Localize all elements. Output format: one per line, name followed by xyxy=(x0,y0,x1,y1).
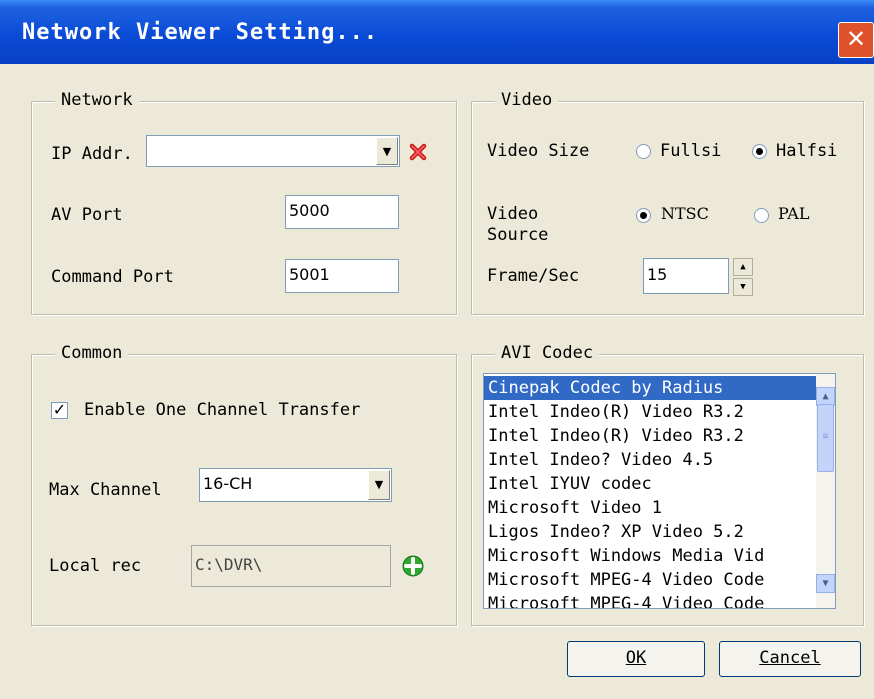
cancel-button[interactable]: Cancel xyxy=(719,641,861,677)
codec-list-item[interactable]: Cinepak Codec by Radius xyxy=(484,376,816,400)
video-source-ntsc-label[interactable]: NTSC xyxy=(661,204,709,223)
codec-list-item[interactable]: Intel Indeo? Video 4.5 xyxy=(484,448,816,472)
avi-codec-legend: AVI Codec xyxy=(495,343,600,363)
command-port-input[interactable]: 5001 xyxy=(285,259,399,293)
max-channel-value: 16-CH xyxy=(203,474,253,493)
network-legend: Network xyxy=(55,90,139,110)
title-bar[interactable]: Network Viewer Setting... ✕ xyxy=(0,0,874,64)
video-size-label: Video Size xyxy=(487,141,590,161)
video-source-ntsc-radio[interactable] xyxy=(636,208,651,223)
dialog-window: Network Viewer Setting... ✕ Network IP A… xyxy=(0,0,874,699)
video-size-fullsize-label[interactable]: Fullsi xyxy=(660,141,721,161)
scrollbar-thumb[interactable]: ≡ xyxy=(817,404,834,472)
video-source-label: Video Source xyxy=(487,204,549,242)
codec-list-item[interactable]: Microsoft Windows Media Vid xyxy=(484,544,816,568)
chevron-down-icon: ▼ xyxy=(382,145,392,158)
ip-address-label: IP Addr. xyxy=(51,144,133,164)
codec-list-item[interactable]: Microsoft MPEG-4 Video Code xyxy=(484,568,816,592)
video-legend: Video xyxy=(495,90,559,110)
local-rec-label: Local rec xyxy=(49,556,142,576)
ok-button[interactable]: OK xyxy=(567,641,705,677)
max-channel-dropdown-button[interactable]: ▼ xyxy=(368,470,390,500)
codec-list-item[interactable]: Intel IYUV codec xyxy=(484,472,816,496)
spin-up-icon[interactable]: ▲ xyxy=(733,258,753,276)
codec-list: Cinepak Codec by Radius Intel Indeo(R) Vi… xyxy=(484,376,816,608)
max-channel-select[interactable]: 16-CH ▼ xyxy=(199,468,392,502)
enable-one-channel-label[interactable]: Enable One Channel Transfer xyxy=(84,400,360,420)
codec-scrollbar[interactable]: ▲ ≡ ▼ xyxy=(816,374,835,608)
codec-list-item[interactable]: Intel Indeo(R) Video R3.2 xyxy=(484,424,816,448)
ip-address-combobox[interactable]: ▼ xyxy=(146,135,400,167)
frame-rate-label: Frame/Sec xyxy=(487,266,580,286)
video-source-pal-radio[interactable] xyxy=(754,208,769,223)
frame-rate-input[interactable]: 15 xyxy=(643,258,729,294)
scroll-down-icon[interactable]: ▼ xyxy=(816,574,835,593)
video-size-fullsize-radio[interactable] xyxy=(636,144,651,159)
video-source-pal-label[interactable]: PAL xyxy=(778,204,809,223)
command-port-label: Command Port xyxy=(51,267,174,287)
codec-list-item[interactable]: Microsoft Video 1 xyxy=(484,496,816,520)
max-channel-label: Max Channel xyxy=(49,480,162,500)
av-port-label: AV Port xyxy=(51,205,123,225)
codec-list-item[interactable]: Ligos Indeo? XP Video 5.2 xyxy=(484,520,816,544)
ip-dropdown-button[interactable]: ▼ xyxy=(376,137,398,165)
frame-rate-spinner[interactable]: ▲ ▼ xyxy=(733,258,753,296)
close-button[interactable]: ✕ xyxy=(838,22,874,58)
av-port-input[interactable]: 5000 xyxy=(285,195,399,229)
add-path-icon[interactable] xyxy=(402,555,424,577)
video-size-halfsize-label[interactable]: Halfsi xyxy=(776,141,837,161)
local-rec-path-input: C:\DVR\ xyxy=(191,545,391,587)
video-size-halfsize-radio[interactable] xyxy=(752,144,767,159)
avi-codec-listbox[interactable]: Cinepak Codec by Radius Intel Indeo(R) Vi… xyxy=(483,373,836,609)
enable-one-channel-checkbox[interactable]: ✓ xyxy=(51,402,68,419)
ok-button-label: OK xyxy=(625,648,647,668)
window-title: Network Viewer Setting... xyxy=(22,20,379,45)
clear-ip-icon[interactable] xyxy=(409,143,427,161)
codec-list-item[interactable]: Intel Indeo(R) Video R3.2 xyxy=(484,400,816,424)
cancel-button-label: Cancel xyxy=(759,648,821,668)
common-legend: Common xyxy=(55,343,129,363)
codec-list-item[interactable]: Microsoft MPEG-4 Video Code xyxy=(484,592,816,608)
chevron-down-icon: ▼ xyxy=(374,478,384,491)
spin-down-icon[interactable]: ▼ xyxy=(733,278,753,296)
